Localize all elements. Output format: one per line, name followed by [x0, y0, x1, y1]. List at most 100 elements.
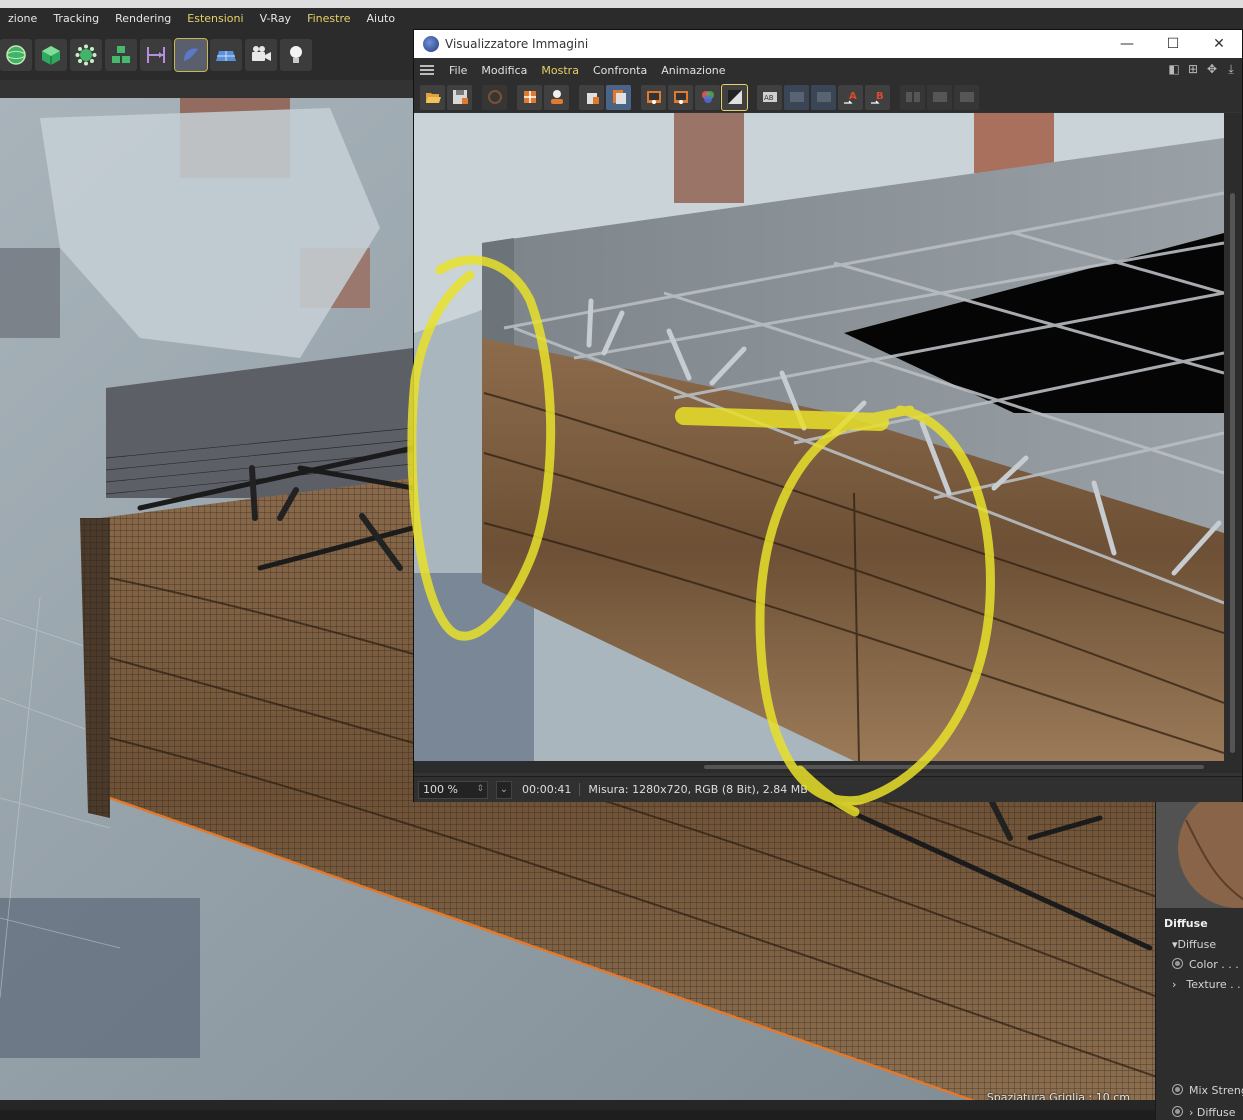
menu-item-mostra[interactable]: Mostra	[534, 64, 586, 77]
compare-button[interactable]	[721, 83, 748, 111]
rgb-button[interactable]	[695, 84, 720, 110]
compare-icon	[727, 90, 742, 104]
menu-item-confronta[interactable]: Confronta	[586, 64, 654, 77]
save-icon	[452, 90, 468, 104]
viewer-statusbar: 100 % ⇕ ⌄ 00:00:41 Misura: 1280x720, RGB …	[414, 776, 1242, 802]
menu-item-vray[interactable]: V-Ray	[252, 8, 300, 30]
save-button[interactable]	[447, 84, 472, 110]
difference-button[interactable]	[954, 84, 979, 110]
horizontal-scrollbar[interactable]	[414, 761, 1242, 773]
image-viewer-window: Visualizzatore Immagini — ☐ ✕ File Modif…	[413, 29, 1243, 802]
viewer-title: Visualizzatore Immagini	[445, 37, 589, 51]
ab-overlay-icon	[816, 92, 831, 102]
viewer-titlebar[interactable]: Visualizzatore Immagini — ☐ ✕	[414, 30, 1242, 58]
spinner-icon[interactable]: ⇕	[476, 784, 484, 794]
radio-icon[interactable]	[1172, 1084, 1183, 1095]
menu-item-aiuto[interactable]: Aiuto	[359, 8, 404, 30]
ab-overlay-button[interactable]	[811, 84, 836, 110]
menu-item-modifica[interactable]: Modifica	[474, 64, 534, 77]
sculpt-tool-button[interactable]	[174, 38, 208, 72]
swap-icon	[905, 92, 920, 102]
radio-icon[interactable]	[1172, 958, 1183, 969]
camera-icon	[252, 46, 271, 61]
cubes-icon	[112, 46, 130, 63]
viewer-layout-icons: ◧ ⊞ ✥ ⤓	[1167, 62, 1238, 76]
vertical-scrollbar[interactable]	[1224, 113, 1242, 761]
title-strip	[0, 0, 1243, 8]
image-info: Misura: 1280x720, RGB (8 Bit), 2.84 MB	[588, 783, 808, 796]
hamburger-menu-icon[interactable]	[420, 65, 434, 75]
menu-item-simulazione[interactable]: zione	[0, 8, 45, 30]
folder-open-icon	[425, 93, 441, 103]
set-b-icon: B	[870, 91, 884, 104]
menu-item-finestre[interactable]: Finestre	[299, 8, 358, 30]
set-a-button[interactable]: A	[838, 84, 863, 110]
move-icon[interactable]: ✥	[1205, 62, 1219, 76]
attribute-panel: Diffuse ▾Diffuse Color . . . › Texture . …	[1155, 800, 1243, 1120]
sculpt-icon	[184, 48, 198, 61]
param-mix-strength-label: Mix Streng	[1189, 1084, 1243, 1097]
material-preview	[1156, 800, 1243, 908]
param-diffuse-sub-label: Diffuse	[1196, 1106, 1236, 1119]
maximize-button[interactable]: ☐	[1150, 30, 1196, 58]
menu-item-file[interactable]: File	[442, 64, 474, 77]
render-region-button[interactable]	[517, 84, 542, 110]
param-diffuse-sub[interactable]: › Diffuse	[1172, 1106, 1235, 1119]
open-button[interactable]	[420, 84, 445, 110]
rendered-image[interactable]	[414, 113, 1224, 761]
ab-compare-button[interactable]: AB	[757, 84, 782, 110]
zoom-value: 100 %	[423, 783, 458, 796]
zoom-input[interactable]: 100 % ⇕	[418, 780, 488, 799]
trash-icon	[586, 93, 599, 104]
cubes-tool-button[interactable]	[105, 39, 137, 71]
viewer-menubar: File Modifica Mostra Confronta Animazion…	[414, 58, 1242, 82]
user-icon	[550, 90, 563, 104]
render-time: 00:00:41	[522, 783, 581, 796]
set-b-button[interactable]: B	[865, 84, 890, 110]
ab-split-button[interactable]	[784, 84, 809, 110]
radio-icon[interactable]	[1172, 1106, 1183, 1117]
sphere-tool-button[interactable]	[0, 39, 32, 71]
measure-tool-button[interactable]	[140, 39, 172, 71]
menu-item-animazione[interactable]: Animazione	[654, 64, 732, 77]
timeline-ruler[interactable]	[0, 1100, 1160, 1110]
cube-tool-button[interactable]	[35, 39, 67, 71]
close-button[interactable]: ✕	[1196, 30, 1242, 58]
minimize-button[interactable]: —	[1104, 30, 1150, 58]
split-view-icon	[932, 92, 947, 102]
view-a-button[interactable]	[641, 84, 666, 110]
floor-tool-button[interactable]	[210, 39, 242, 71]
scrollbar-thumb[interactable]	[704, 765, 1204, 769]
material-preview-sphere	[1156, 800, 1243, 908]
channel-view-icon	[673, 91, 688, 104]
render-user-button[interactable]	[544, 84, 569, 110]
menu-item-estensioni[interactable]: Estensioni	[179, 8, 251, 30]
param-color[interactable]: Color . . .	[1172, 958, 1239, 971]
measure-icon	[147, 47, 165, 63]
light-tool-button[interactable]	[280, 39, 312, 71]
split-view-button[interactable]	[927, 84, 952, 110]
svg-text:A: A	[849, 91, 857, 102]
camera-tool-button[interactable]	[245, 39, 277, 71]
scrollbar-thumb[interactable]	[1230, 193, 1235, 753]
param-texture[interactable]: › Texture . . .	[1172, 978, 1243, 991]
light-bulb-icon	[290, 46, 302, 63]
render-region-icon	[523, 91, 536, 103]
panel-toggle-icon[interactable]: ◧	[1167, 62, 1181, 76]
node-tool-button[interactable]	[70, 39, 102, 71]
swap-button[interactable]	[900, 84, 925, 110]
menu-item-tracking[interactable]: Tracking	[45, 8, 107, 30]
pin-icon[interactable]: ⤓	[1224, 62, 1238, 76]
delete-button[interactable]	[579, 84, 604, 110]
svg-text:B: B	[876, 91, 884, 102]
zoom-dropdown-button[interactable]: ⌄	[496, 780, 512, 799]
param-mix-strength[interactable]: Mix Streng	[1172, 1084, 1243, 1097]
view-b-button[interactable]	[668, 84, 693, 110]
new-panel-icon[interactable]: ⊞	[1186, 62, 1200, 76]
svg-text:AB: AB	[764, 94, 774, 102]
rendered-scene	[414, 113, 1224, 761]
layers-button[interactable]	[606, 84, 631, 110]
stop-render-button[interactable]	[482, 84, 507, 110]
group-toggle-diffuse[interactable]: ▾Diffuse	[1172, 938, 1216, 951]
menu-item-rendering[interactable]: Rendering	[107, 8, 179, 30]
